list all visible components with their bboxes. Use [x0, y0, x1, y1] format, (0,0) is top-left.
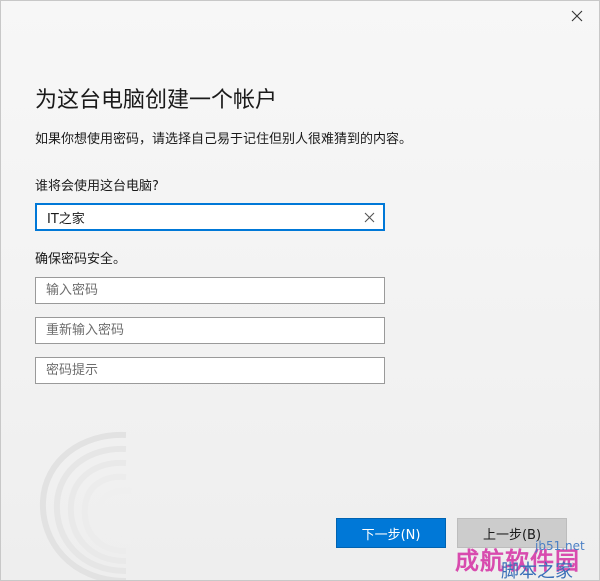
- clear-button[interactable]: [355, 205, 383, 229]
- close-icon: [571, 10, 583, 22]
- watermark-subtitle: 脚本之家: [501, 561, 573, 581]
- secure-label: 确保密码安全。: [35, 252, 127, 267]
- who-label: 谁将会使用这台电脑?: [35, 179, 159, 194]
- watermark-url: jb51.net: [535, 539, 585, 553]
- password-input[interactable]: [36, 278, 384, 303]
- password-hint-input[interactable]: [36, 358, 384, 383]
- account-dialog: 为这台电脑创建一个帐户 如果你想使用密码，请选择自己易于记住但别人很难猜到的内容…: [0, 0, 600, 581]
- page-title: 为这台电脑创建一个帐户: [35, 88, 278, 113]
- description-text: 如果你想使用密码，请选择自己易于记住但别人很难猜到的内容。: [35, 132, 413, 147]
- close-button[interactable]: [555, 1, 599, 31]
- username-field: [35, 203, 385, 231]
- clear-icon: [364, 212, 374, 222]
- username-input[interactable]: [37, 205, 355, 229]
- reenter-password-field: [35, 317, 385, 344]
- reenter-password-input[interactable]: [36, 318, 384, 343]
- password-field: [35, 277, 385, 304]
- password-hint-field: [35, 357, 385, 384]
- background-swirl-graphic: [39, 431, 132, 580]
- next-button[interactable]: 下一步(N): [336, 518, 446, 548]
